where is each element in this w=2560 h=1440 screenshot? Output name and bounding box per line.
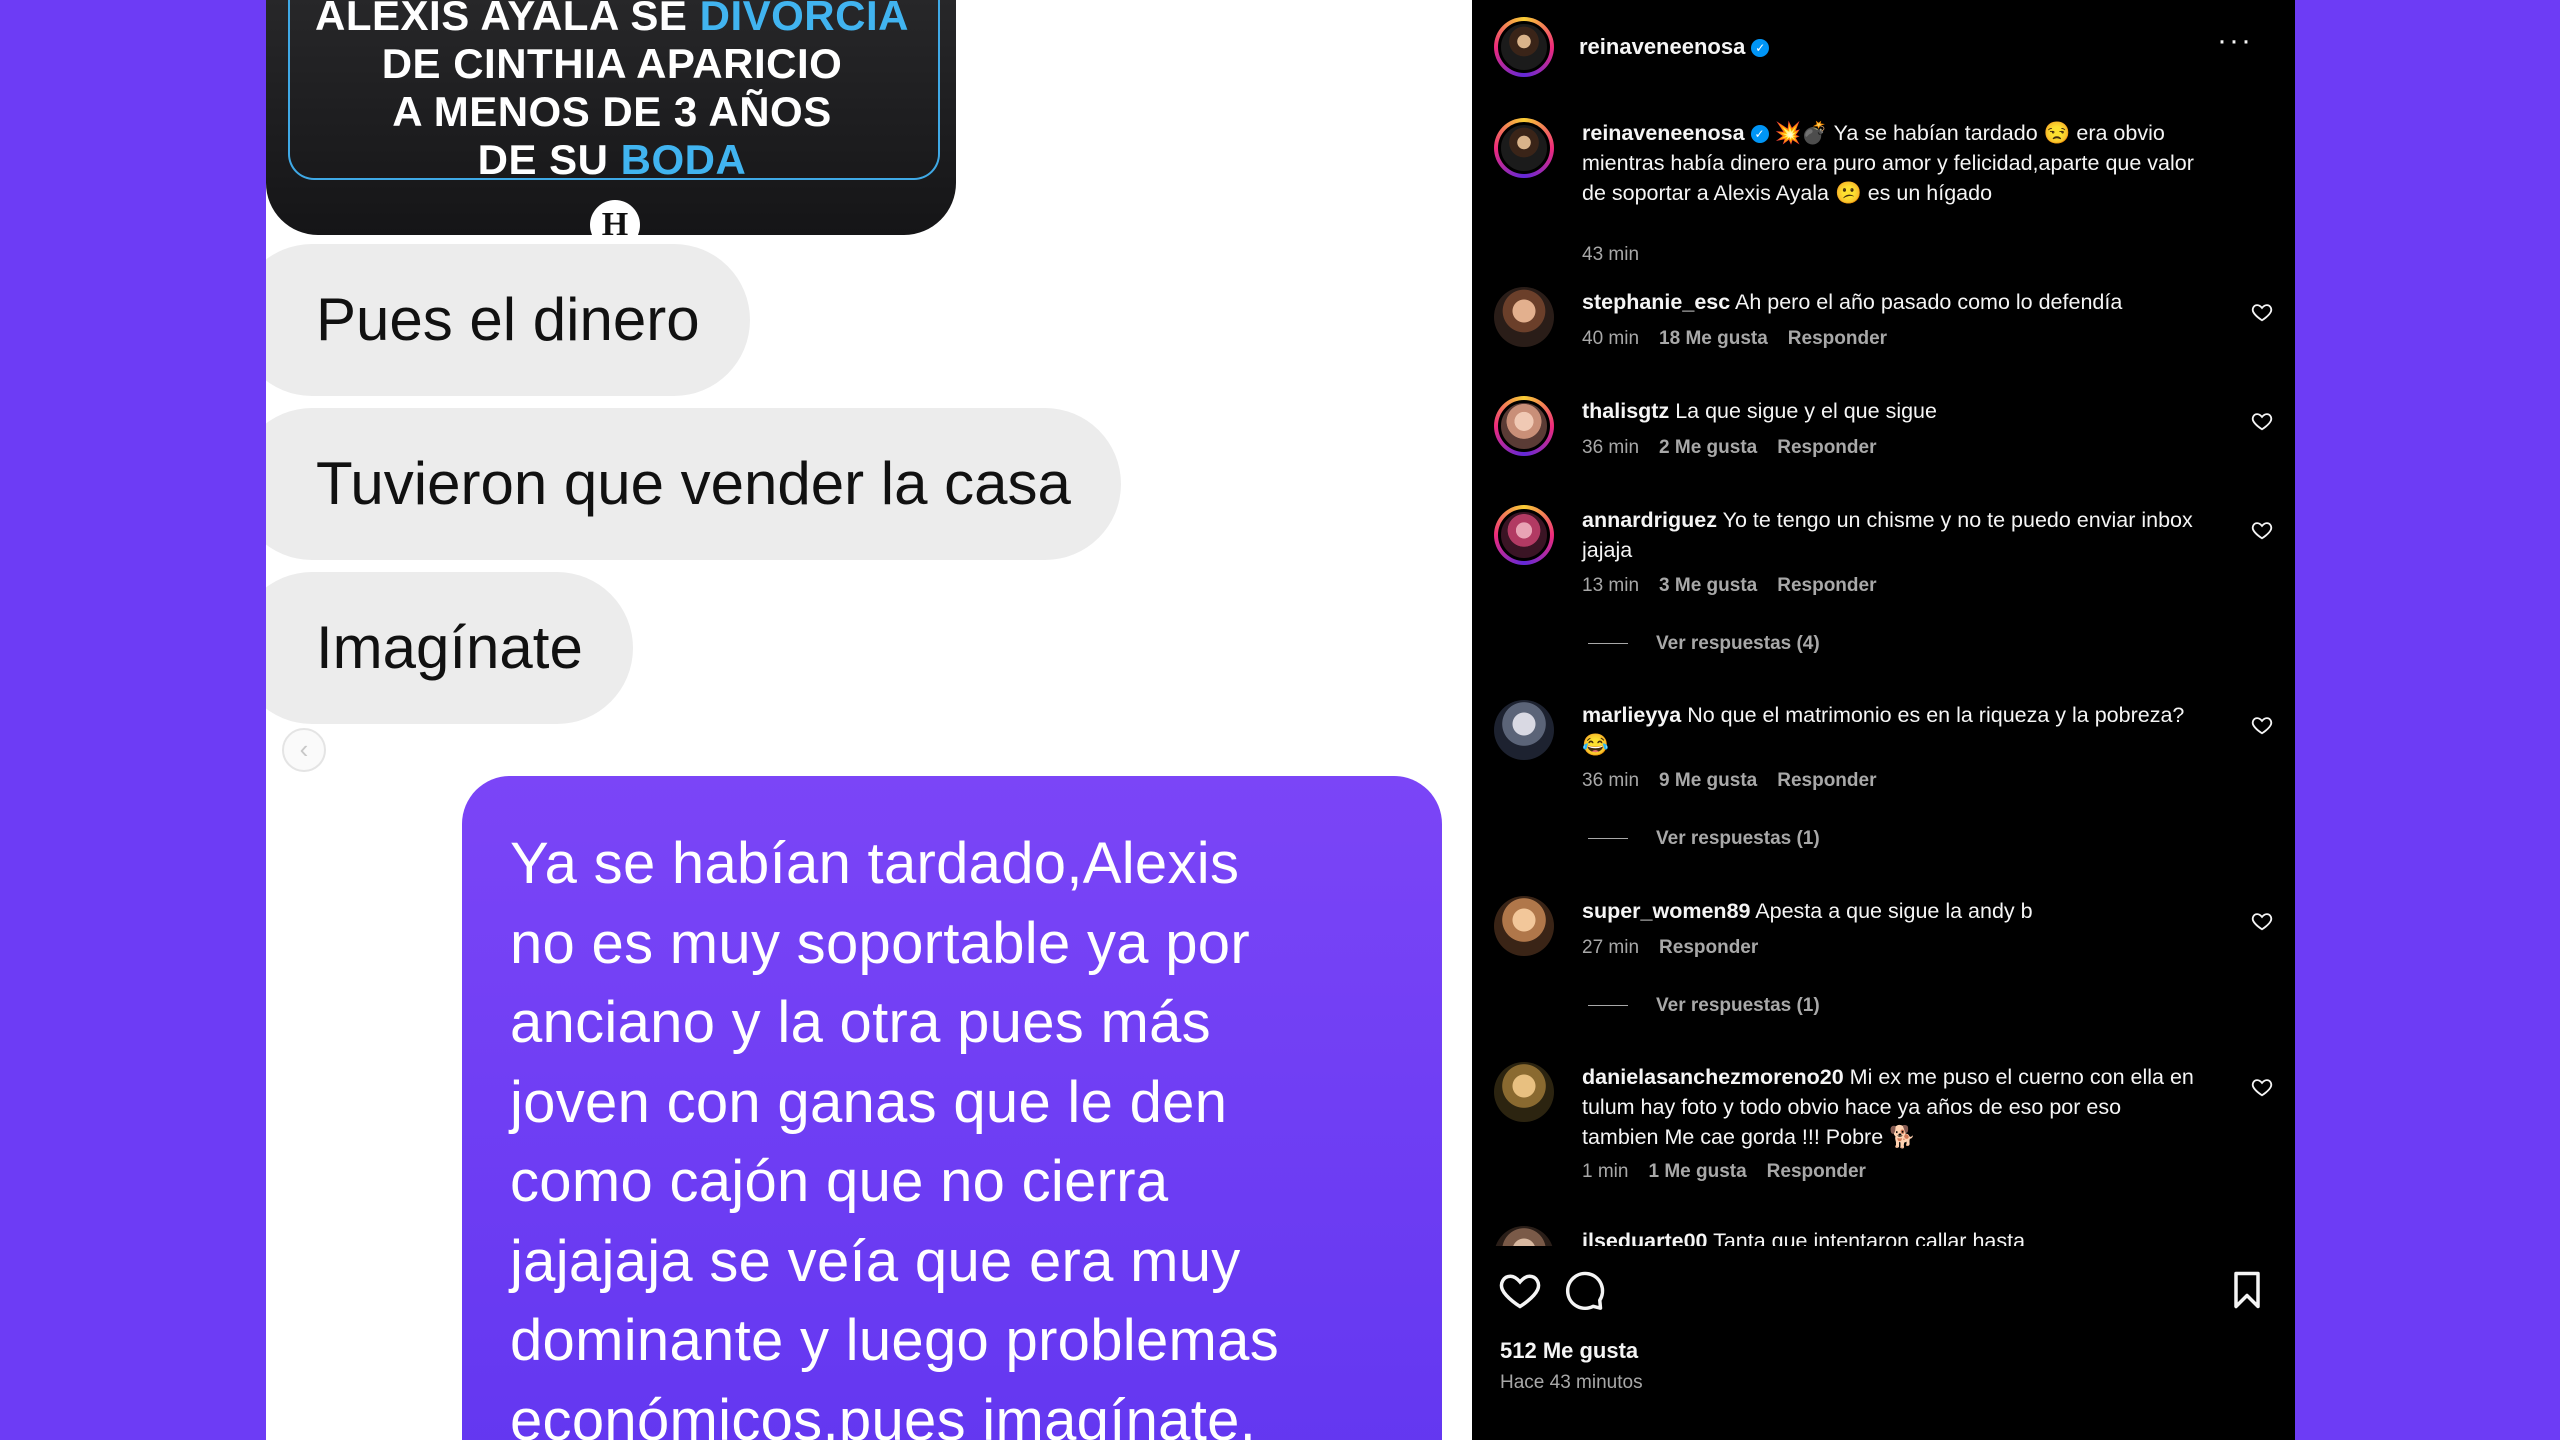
comment-time: 1 min — [1582, 1161, 1629, 1182]
comment-body: stephanie_esc Ah pero el año pasado como… — [1582, 287, 2202, 317]
comment-meta: 36 min 9 Me gusta Responder — [1582, 770, 1896, 792]
previous-slide-button[interactable]: ‹ — [282, 728, 326, 772]
received-message: Imagínate — [266, 572, 633, 724]
sent-message-line: anciano y la otra pues más — [510, 990, 1211, 1055]
view-replies-button[interactable]: Ver respuestas (1) — [1588, 995, 1820, 1017]
reply-button[interactable]: Responder — [1788, 328, 1887, 349]
comment-body: thalisgtz La que sigue y el que sigue — [1582, 396, 2202, 426]
commenter-avatar[interactable] — [1494, 700, 1554, 760]
comment-body: danielasanchezmoreno20 Mi ex me puso el … — [1582, 1062, 2202, 1152]
comment-time: 36 min — [1582, 437, 1640, 458]
comment-time: 40 min — [1582, 328, 1640, 349]
comment-likes[interactable]: 18 Me gusta — [1659, 328, 1768, 349]
sent-message-line: dominante y luego problemas — [510, 1308, 1280, 1373]
commenter-avatar[interactable] — [1494, 1226, 1554, 1246]
author-avatar[interactable] — [1494, 17, 1554, 77]
comment-meta: 13 min 3 Me gusta Responder — [1582, 575, 1896, 597]
reply-button[interactable]: Responder — [1767, 1161, 1866, 1182]
comment-meta: 1 min 1 Me gusta Responder — [1582, 1161, 1886, 1183]
more-options-icon[interactable]: ··· — [2217, 26, 2253, 56]
sent-message-line: joven con ganas que le den — [510, 1069, 1228, 1135]
news-line: DE SU BODA — [477, 136, 747, 183]
post-image: ALEXIS AYALA SE DIVORCIA DE CINTHIA APAR… — [266, 0, 1472, 1440]
comment-text: La que sigue y el que sigue — [1675, 399, 1937, 423]
comment-username[interactable]: marlieyya — [1582, 703, 1681, 727]
verified-icon: ✓ — [1751, 39, 1770, 58]
comment-time: 27 min — [1582, 937, 1640, 958]
comment-body: super_women89 Apesta a que sigue la andy… — [1582, 896, 2202, 926]
comment-text: Ah pero el año pasado como lo defendía — [1735, 290, 2123, 314]
like-icon[interactable] — [1498, 1268, 1542, 1312]
comment-text: Tanta que intentaron callar hasta — [1713, 1229, 2026, 1246]
commenter-avatar[interactable] — [1494, 505, 1554, 565]
view-replies-button[interactable]: Ver respuestas (1) — [1588, 828, 1820, 850]
received-message: Pues el dinero — [266, 244, 750, 396]
sent-message-line: Ya se habían tardado,Alexis — [510, 831, 1240, 896]
comment-likes[interactable]: 3 Me gusta — [1659, 575, 1757, 596]
comment-meta: 40 min 18 Me gusta Responder — [1582, 328, 1907, 350]
comment-time: 13 min — [1582, 575, 1640, 596]
comment-username[interactable]: annardriguez — [1582, 508, 1717, 532]
news-line: DE CINTHIA APARICIO — [381, 40, 843, 87]
view-replies-button[interactable]: Ver respuestas (4) — [1588, 633, 1820, 655]
sent-message-line: económicos,pues imagínate. — [510, 1387, 1257, 1440]
comment-username[interactable]: thalisgtz — [1582, 399, 1669, 423]
reply-button[interactable]: Responder — [1777, 575, 1876, 596]
comment-text: Apesta a que sigue la andy b — [1755, 899, 2033, 923]
like-comment-icon[interactable] — [2251, 519, 2273, 541]
author-username-row: reinaveneenosa ✓ — [1579, 34, 1770, 60]
commenter-avatar[interactable] — [1494, 1062, 1554, 1122]
sent-message-line: jajajaja se veía que era muy — [510, 1228, 1241, 1294]
caption-meta: 43 min — [1582, 244, 1659, 266]
news-line: A MENOS DE 3 AÑOS — [392, 88, 832, 135]
like-comment-icon[interactable] — [2251, 910, 2273, 932]
post-timestamp: Hace 43 minutos — [1500, 1372, 1643, 1393]
post-detail-panel: reinaveneenosa ✓ ··· reinaveneenosa ✓ 💥💣 Y… — [1472, 0, 2295, 1440]
like-comment-icon[interactable] — [2251, 410, 2273, 432]
comment-username[interactable]: danielasanchezmoreno20 — [1582, 1065, 1844, 1089]
commenter-avatar[interactable] — [1494, 287, 1554, 347]
comment-body: annardriguez Yo te tengo un chisme y no … — [1582, 505, 2202, 565]
caption-username[interactable]: reinaveneenosa — [1582, 121, 1745, 145]
sent-message-line: no es muy soportable ya por — [510, 910, 1250, 976]
save-bookmark-icon[interactable] — [2225, 1268, 2269, 1312]
comment-icon[interactable] — [1562, 1268, 1606, 1312]
received-message: Tuvieron que vender la casa — [266, 408, 1121, 560]
news-thumbnail: ALEXIS AYALA SE DIVORCIA DE CINTHIA APAR… — [266, 0, 956, 235]
commenter-avatar[interactable] — [1494, 896, 1554, 956]
post-header: reinaveneenosa ✓ ··· — [1472, 0, 2295, 96]
comment-body: ilseduarte00 Tanta que intentaron callar… — [1582, 1226, 2202, 1246]
commenter-avatar[interactable] — [1494, 396, 1554, 456]
comment-body: marlieyya No que el matrimonio es en la … — [1582, 700, 2202, 760]
reply-button[interactable]: Responder — [1777, 437, 1876, 458]
sent-message: Ya se habían tardado,Alexis no es muy so… — [462, 776, 1442, 1440]
caption-text-block: reinaveneenosa ✓ 💥💣 Ya se habían tardado … — [1582, 118, 2202, 208]
comment-likes[interactable]: 9 Me gusta — [1659, 770, 1757, 791]
comment-meta: 27 min Responder — [1582, 937, 1778, 959]
comment-meta: 36 min 2 Me gusta Responder — [1582, 437, 1896, 459]
comment-likes[interactable]: 2 Me gusta — [1659, 437, 1757, 458]
sent-message-line: como cajón que no cierra — [510, 1149, 1169, 1214]
news-line: ALEXIS AYALA SE DIVORCIA — [315, 0, 909, 39]
comments-list[interactable]: reinaveneenosa ✓ 💥💣 Ya se habían tardado … — [1472, 96, 2295, 1246]
reply-button[interactable]: Responder — [1659, 937, 1758, 958]
post-actions: 512 Me gusta Hace 43 minutos — [1472, 1246, 2295, 1440]
comment-time: 36 min — [1582, 770, 1640, 791]
like-comment-icon[interactable] — [2251, 1076, 2273, 1098]
likes-count[interactable]: 512 Me gusta — [1500, 1338, 1638, 1364]
verified-icon: ✓ — [1750, 125, 1769, 144]
reply-button[interactable]: Responder — [1777, 770, 1876, 791]
caption-time: 43 min — [1582, 244, 1640, 265]
news-headline: ALEXIS AYALA SE DIVORCIA DE CINTHIA APAR… — [288, 0, 936, 184]
author-username[interactable]: reinaveneenosa — [1579, 34, 1745, 59]
news-logo: H — [590, 200, 640, 235]
like-comment-icon[interactable] — [2251, 301, 2273, 323]
comment-username[interactable]: super_women89 — [1582, 899, 1750, 923]
comment-likes[interactable]: 1 Me gusta — [1648, 1161, 1746, 1182]
caption-avatar[interactable] — [1494, 118, 1554, 178]
like-comment-icon[interactable] — [2251, 714, 2273, 736]
comment-username[interactable]: ilseduarte00 — [1582, 1229, 1707, 1246]
comment-username[interactable]: stephanie_esc — [1582, 290, 1730, 314]
